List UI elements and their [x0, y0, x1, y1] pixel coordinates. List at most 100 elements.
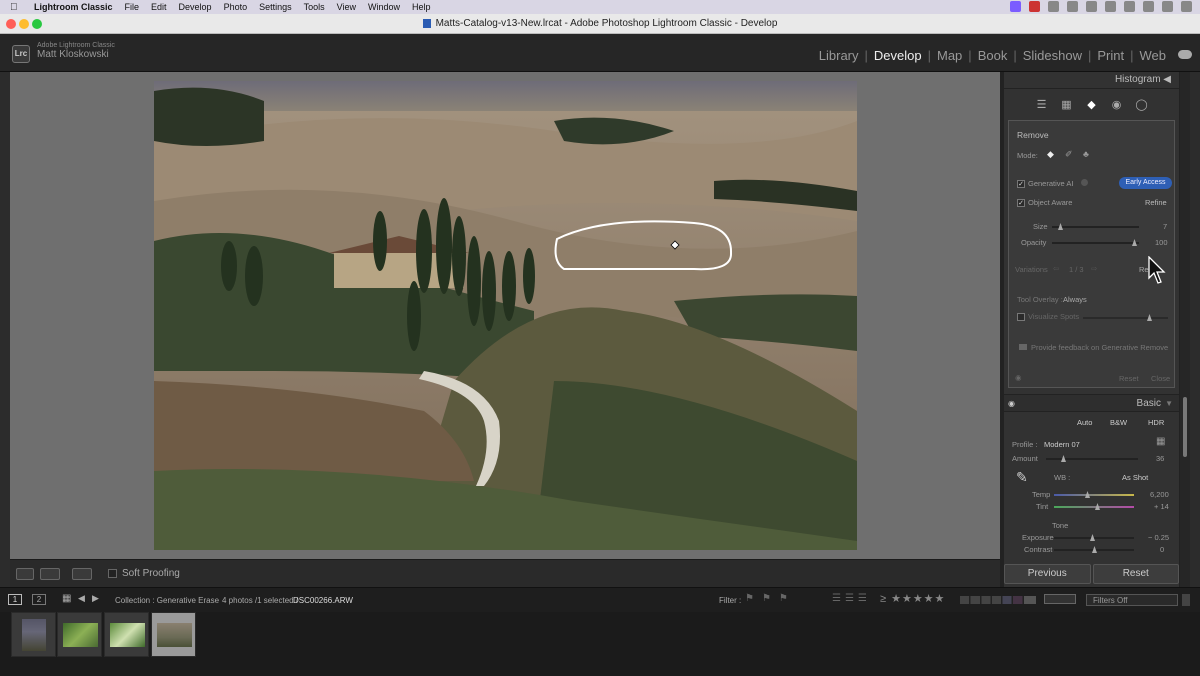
tray-icon[interactable]	[1067, 1, 1078, 12]
early-access-badge[interactable]: Early Access	[1119, 177, 1172, 189]
eye-toggle-icon[interactable]: ◉	[1015, 373, 1022, 382]
size-slider[interactable]	[1052, 223, 1139, 230]
temp-slider[interactable]	[1054, 491, 1134, 498]
exposure-slider[interactable]	[1054, 534, 1134, 541]
contrast-slider-knob[interactable]	[1092, 546, 1097, 553]
mode-remove-icon[interactable]: ◆	[1047, 149, 1054, 160]
opacity-slider-knob[interactable]	[1132, 239, 1137, 246]
filmstrip-thumbnail[interactable]	[104, 612, 149, 657]
loupe-view-icon[interactable]	[16, 568, 34, 580]
visualize-spots-checkbox[interactable]	[1017, 313, 1025, 322]
filmstrip-thumbnail[interactable]	[11, 612, 56, 657]
mode-heal-icon[interactable]: ✐	[1065, 149, 1073, 160]
menu-tools[interactable]: Tools	[304, 2, 325, 12]
filter-lock-icon[interactable]	[1182, 594, 1190, 606]
tray-icon[interactable]	[1048, 1, 1059, 12]
profile-select[interactable]: Modern 07	[1044, 440, 1080, 449]
amount-value[interactable]: 36	[1156, 454, 1164, 463]
remove-reset-button[interactable]: Reset	[1119, 374, 1139, 383]
forward-arrow-icon[interactable]: ▶	[92, 593, 99, 604]
basic-bw-button[interactable]: B&W	[1110, 418, 1127, 427]
tint-slider[interactable]	[1054, 503, 1134, 510]
soft-proofing-toggle[interactable]: Soft Proofing	[108, 568, 180, 579]
tool-overlay-select[interactable]: Always	[1063, 295, 1087, 304]
tray-record-icon[interactable]	[1029, 1, 1040, 12]
basic-toggle-icon[interactable]: ◉	[1008, 395, 1015, 413]
rating-filter-stars[interactable]: ≥ ★★★★★	[880, 592, 945, 605]
grid-icon[interactable]: ▦	[1156, 436, 1165, 447]
filter-preset-select[interactable]: Filters Off	[1086, 594, 1178, 606]
flag-filter-icons[interactable]: ⚑⚑⚑	[745, 593, 796, 604]
menu-file[interactable]: File	[125, 2, 140, 12]
collection-label[interactable]: Collection : Generative Erase	[115, 596, 219, 605]
module-slideshow[interactable]: Slideshow	[1017, 48, 1088, 63]
apple-icon[interactable]: 	[10, 2, 24, 13]
generative-ai-checkbox[interactable]: ✓	[1017, 180, 1025, 189]
module-book[interactable]: Book	[972, 48, 1014, 63]
menu-photo[interactable]: Photo	[224, 2, 248, 12]
grid-view-icon[interactable]: ▦	[62, 593, 71, 604]
menu-edit[interactable]: Edit	[151, 2, 167, 12]
edit-icon[interactable]: ☰	[1035, 99, 1048, 112]
next-variation-icon[interactable]: ⇨	[1091, 264, 1097, 273]
cloud-icon[interactable]	[1178, 50, 1192, 59]
module-develop[interactable]: Develop	[868, 48, 928, 63]
minimize-window-icon[interactable]	[19, 19, 29, 29]
zoom-window-icon[interactable]	[32, 19, 42, 29]
tray-more-icon[interactable]	[1181, 1, 1192, 12]
back-arrow-icon[interactable]: ◀	[78, 593, 85, 604]
eraser-icon[interactable]: ◆	[1085, 99, 1098, 112]
scrollbar-thumb[interactable]	[1183, 397, 1187, 457]
control-center-icon[interactable]	[1143, 1, 1154, 12]
crop-icon[interactable]: ▦	[1060, 99, 1073, 112]
generative-ai-option[interactable]: ✓ Generative AI	[1017, 179, 1088, 189]
reset-button[interactable]: Reset	[1092, 564, 1179, 584]
menu-window[interactable]: Window	[368, 2, 400, 12]
redeye-icon[interactable]: ◉	[1110, 99, 1123, 112]
basic-auto-button[interactable]: Auto	[1077, 418, 1092, 427]
left-panel-collapsed[interactable]	[0, 72, 10, 587]
kind-filter-icons[interactable]	[1044, 594, 1076, 604]
before-after-icon[interactable]	[40, 568, 60, 580]
siri-icon[interactable]	[1162, 1, 1173, 12]
tray-app-icon[interactable]	[1010, 1, 1021, 12]
tint-slider-knob[interactable]	[1095, 503, 1100, 510]
module-web[interactable]: Web	[1134, 48, 1173, 63]
filmstrip-thumbnail-selected[interactable]	[151, 612, 196, 657]
previous-variation-icon[interactable]: ⇦	[1053, 264, 1059, 273]
right-panel-scrollbar[interactable]	[1180, 72, 1190, 587]
eyedropper-icon[interactable]: ✎	[1016, 469, 1028, 486]
exposure-slider-knob[interactable]	[1090, 534, 1095, 541]
contrast-value[interactable]: 0	[1160, 545, 1164, 554]
menu-help[interactable]: Help	[412, 2, 431, 12]
selected-filename[interactable]: DSC00266.ARW	[293, 596, 353, 605]
exposure-value[interactable]: − 0.25	[1148, 533, 1169, 542]
menu-settings[interactable]: Settings	[259, 2, 292, 12]
previous-button[interactable]: Previous	[1004, 564, 1091, 584]
wb-select[interactable]: As Shot	[1122, 473, 1148, 482]
module-library[interactable]: Library	[813, 48, 865, 63]
soft-proofing-checkbox[interactable]	[108, 569, 117, 578]
search-icon[interactable]	[1124, 1, 1135, 12]
mode-clone-icon[interactable]: ♣	[1083, 149, 1089, 159]
size-slider-knob[interactable]	[1058, 223, 1063, 230]
screen-1-button[interactable]: 1	[8, 594, 22, 605]
visualize-spots-knob[interactable]	[1147, 314, 1152, 321]
close-window-icon[interactable]	[6, 19, 16, 29]
temp-slider-knob[interactable]	[1085, 491, 1090, 498]
amount-slider[interactable]	[1046, 455, 1138, 462]
visualize-spots-option[interactable]: Visualize Spots	[1017, 312, 1079, 322]
module-print[interactable]: Print	[1091, 48, 1130, 63]
remove-close-button[interactable]: Close	[1151, 374, 1170, 383]
masking-icon[interactable]: ◯	[1135, 99, 1148, 112]
module-map[interactable]: Map	[931, 48, 968, 63]
menu-develop[interactable]: Develop	[179, 2, 212, 12]
color-label-filters[interactable]	[960, 596, 1036, 604]
object-aware-option[interactable]: ✓ Object Aware	[1017, 198, 1072, 208]
wifi-icon[interactable]	[1105, 1, 1116, 12]
landscape-photo[interactable]	[154, 81, 857, 550]
contrast-slider[interactable]	[1054, 546, 1134, 553]
screen-2-button[interactable]: 2	[32, 594, 46, 605]
basic-collapse-icon[interactable]: ▼	[1165, 395, 1173, 413]
menu-app[interactable]: Lightroom Classic	[34, 2, 113, 12]
